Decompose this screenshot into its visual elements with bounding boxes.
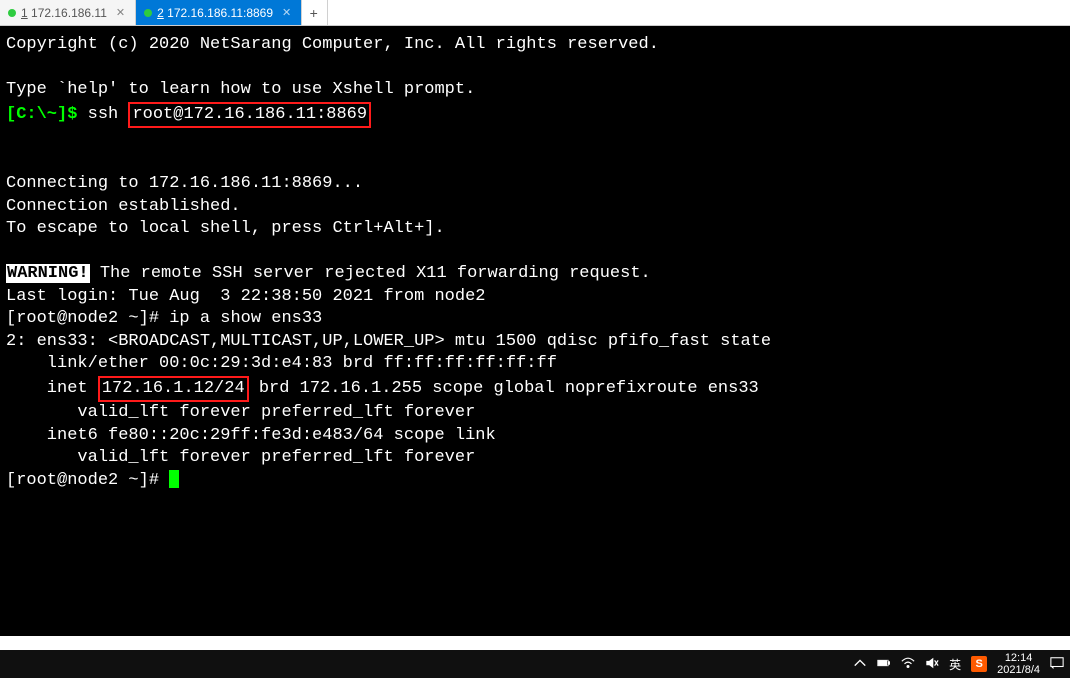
wifi-icon[interactable] [901,656,915,673]
cursor-icon [169,470,179,488]
inet-addr-highlight: 172.16.1.12/24 [98,376,249,403]
last-login-line: Last login: Tue Aug 3 22:38:50 2021 from… [6,287,485,306]
connecting-line: Connecting to 172.16.186.11:8869... [6,174,363,193]
ip-command: ip a show ens33 [169,309,322,328]
valid-lft-line: valid_lft forever preferred_lft forever [6,403,475,422]
status-dot-icon [144,9,152,17]
tab-bar: 1 172.16.186.11 ✕ 2 172.16.186.11:8869 ✕… [0,0,1070,26]
copyright-line: Copyright (c) 2020 NetSarang Computer, I… [6,35,659,54]
remote-prompt: [root@node2 ~]# [6,471,169,490]
established-line: Connection established. [6,197,241,216]
page-background [0,636,1070,650]
tab-number: 2 [157,6,164,20]
inet-pre: inet [6,379,98,398]
volume-mute-icon[interactable] [925,656,939,673]
escape-line: To escape to local shell, press Ctrl+Alt… [6,219,445,238]
ssh-target-highlight: root@172.16.186.11:8869 [128,102,371,129]
battery-icon[interactable] [877,656,891,673]
close-icon[interactable]: ✕ [112,6,125,19]
tab-session-2[interactable]: 2 172.16.186.11:8869 ✕ [136,0,302,25]
tab-number: 1 [21,6,28,20]
iface-header: 2: ens33: <BROADCAST,MULTICAST,UP,LOWER_… [6,332,781,351]
remote-prompt: [root@node2 ~]# [6,309,169,328]
warning-label: WARNING! [6,264,90,283]
clock-date: 2021/8/4 [997,664,1040,676]
inet-post: brd 172.16.1.255 scope global noprefixro… [249,379,759,398]
close-icon[interactable]: ✕ [278,6,291,19]
new-tab-button[interactable]: + [302,0,328,25]
ssh-command-pre: ssh [88,105,129,124]
warning-text: The remote SSH server rejected X11 forwa… [90,264,651,283]
tab-session-1[interactable]: 1 172.16.186.11 ✕ [0,0,136,25]
terminal[interactable]: Copyright (c) 2020 NetSarang Computer, I… [0,26,1070,500]
link-line: link/ether 00:0c:29:3d:e4:83 brd ff:ff:f… [6,354,557,373]
status-dot-icon [8,9,16,17]
inet6-line: inet6 fe80::20c:29ff:fe3d:e483/64 scope … [6,426,506,445]
help-line: Type `help' to learn how to use Xshell p… [6,80,475,99]
notification-icon[interactable] [1050,656,1064,673]
plus-icon: + [310,5,318,21]
clock-time: 12:14 [997,652,1040,664]
taskbar-clock[interactable]: 12:14 2021/8/4 [997,652,1040,676]
tab-label: 172.16.186.11 [31,6,107,20]
tab-label: 172.16.186.11:8869 [167,6,273,20]
chevron-up-icon[interactable] [853,656,867,673]
valid-lft-line: valid_lft forever preferred_lft forever [6,448,475,467]
ime-lang[interactable]: 英 [949,656,961,673]
windows-taskbar: 英 S 12:14 2021/8/4 [0,650,1070,678]
local-prompt: [C:\~]$ [6,105,88,124]
system-tray: 英 S 12:14 2021/8/4 [853,652,1064,676]
ime-brand-icon[interactable]: S [971,656,987,672]
